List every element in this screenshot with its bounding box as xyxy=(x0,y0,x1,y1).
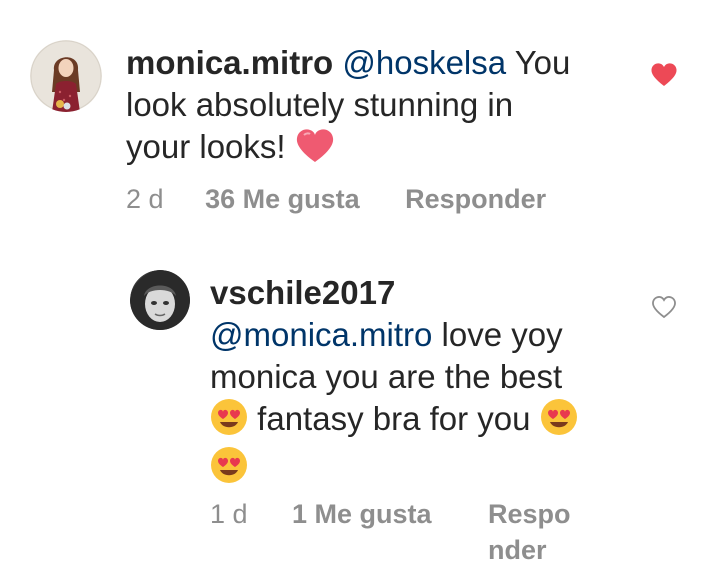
comment-text-segment: You xyxy=(506,44,571,81)
comment-meta: 2 d 36 Me gusta Responder xyxy=(126,181,646,217)
comment-line-3: monica you are the best xyxy=(210,358,563,395)
reply-button[interactable]: Respo nder xyxy=(488,496,571,568)
comment-line-1: monica.mitro @hoskelsa You xyxy=(126,42,646,84)
heart-eyes-emoji-icon xyxy=(210,398,248,446)
comment-text: vschile2017 @monica.mitro love yoy monic… xyxy=(210,272,640,494)
reply-comment-item: vschile2017 @monica.mitro love yoy monic… xyxy=(0,240,720,571)
mention-link[interactable]: @monica.mitro xyxy=(210,316,432,353)
comment-line-2: look absolutely stunning in xyxy=(126,86,514,123)
timestamp: 1 d xyxy=(210,499,248,529)
comment-text: monica.mitro @hoskelsa You look absolute… xyxy=(126,42,646,174)
heart-eyes-emoji-icon xyxy=(210,446,248,494)
likes-count-link[interactable]: 36 Me gusta xyxy=(205,184,360,214)
avatar[interactable] xyxy=(30,40,102,112)
heart-filled-icon[interactable] xyxy=(650,62,678,93)
comment-line-3: your looks! xyxy=(126,126,646,174)
comment-line-2: @monica.mitro love yoy xyxy=(210,314,640,356)
grayscale-photo-avatar-icon xyxy=(130,270,190,330)
timestamp: 2 d xyxy=(126,184,164,214)
likes-count-link[interactable]: 1 Me gusta xyxy=(292,496,432,532)
comment-item: monica.mitro @hoskelsa You look absolute… xyxy=(0,0,720,240)
avatar[interactable] xyxy=(130,270,190,330)
mention-link[interactable]: @hoskelsa xyxy=(342,44,506,81)
heart-emoji-icon xyxy=(295,128,335,174)
heart-outline-icon[interactable] xyxy=(651,295,677,324)
comment-line-1: vschile2017 xyxy=(210,272,640,314)
username[interactable]: monica.mitro xyxy=(126,44,333,81)
comment-text-segment: your looks! xyxy=(126,128,295,165)
comment-line-5 xyxy=(210,446,640,494)
illustrated-woman-avatar-icon xyxy=(30,40,102,112)
heart-eyes-emoji-icon xyxy=(540,398,578,446)
comment-text-segment: fantasy bra for you xyxy=(248,400,540,437)
reply-button[interactable]: Responder xyxy=(405,184,546,214)
username[interactable]: vschile2017 xyxy=(210,274,395,311)
reply-label-part: Respo xyxy=(488,499,571,529)
comment-line-4: fantasy bra for you xyxy=(210,398,640,446)
comment-text-segment: love yoy xyxy=(432,316,563,353)
reply-label-part: nder xyxy=(488,535,547,565)
